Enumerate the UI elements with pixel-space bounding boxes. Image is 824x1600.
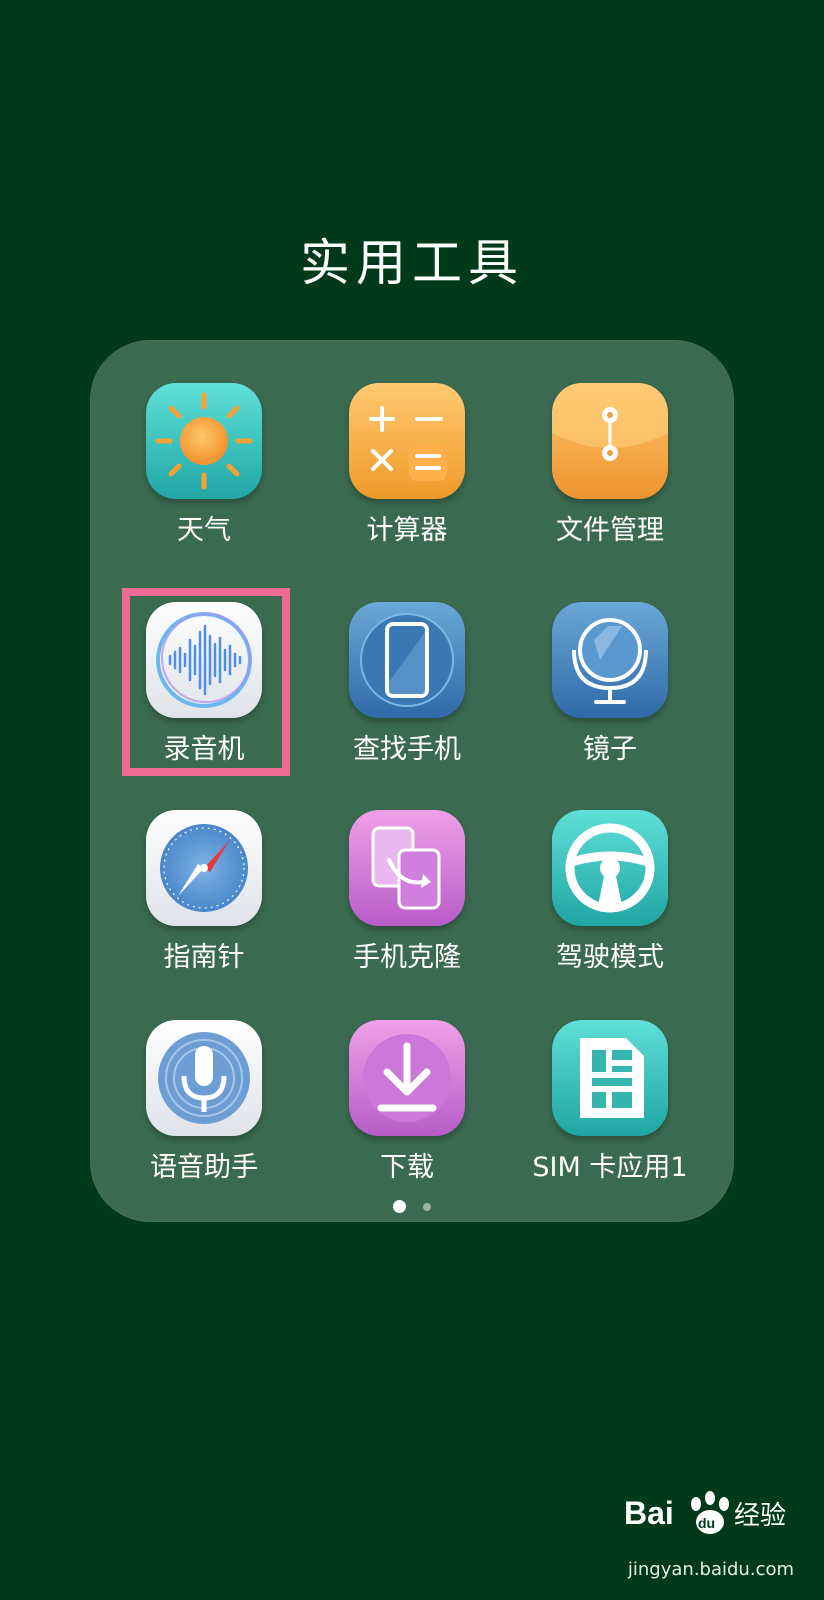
app-calculator[interactable]: 计算器	[307, 383, 507, 583]
app-voice-assistant[interactable]: 语音助手	[104, 1020, 304, 1220]
calculator-icon	[349, 383, 465, 499]
page-indicator[interactable]	[0, 1196, 824, 1213]
app-weather[interactable]: 天气	[104, 383, 304, 583]
weather-sun-icon	[146, 383, 262, 499]
app-sim-card[interactable]: SIM 卡应用1	[510, 1020, 710, 1220]
app-compass[interactable]: 指南针	[104, 810, 304, 1010]
microphone-icon	[146, 1020, 262, 1136]
sim-card-icon	[552, 1020, 668, 1136]
svg-text:经验: 经验	[734, 1501, 786, 1531]
file-manager-icon	[552, 383, 668, 499]
mirror-icon	[552, 602, 668, 718]
app-find-phone[interactable]: 查找手机	[307, 602, 507, 802]
app-driving-mode[interactable]: 驾驶模式	[510, 810, 710, 1010]
find-phone-icon	[349, 602, 465, 718]
watermark: Bai du 经验 jingyan.baidu.com	[624, 1482, 794, 1582]
app-mirror[interactable]: 镜子	[510, 602, 710, 802]
compass-icon	[146, 810, 262, 926]
download-icon	[349, 1020, 465, 1136]
app-file-manager[interactable]: 文件管理	[510, 383, 710, 583]
app-download[interactable]: 下载	[307, 1020, 507, 1220]
watermark-url: jingyan.baidu.com	[627, 1559, 794, 1580]
steering-wheel-icon	[552, 810, 668, 926]
baidu-jingyan-logo: Bai du 经验	[624, 1491, 786, 1534]
app-phone-clone[interactable]: 手机克隆	[307, 810, 507, 1010]
phone-clone-icon	[349, 810, 465, 926]
page-dot-inactive[interactable]	[423, 1202, 432, 1211]
page-dot-active[interactable]	[392, 1200, 406, 1213]
app-label: SIM 卡应用1	[532, 1152, 688, 1183]
svg-text:Bai: Bai	[624, 1495, 674, 1531]
svg-text:du: du	[698, 1515, 715, 1531]
app-label: 驾驶模式	[556, 942, 664, 973]
highlight-box	[122, 588, 290, 776]
folder-title[interactable]: 实用工具	[0, 228, 824, 298]
app-label: 镜子	[583, 734, 637, 765]
app-label: 文件管理	[556, 515, 664, 546]
